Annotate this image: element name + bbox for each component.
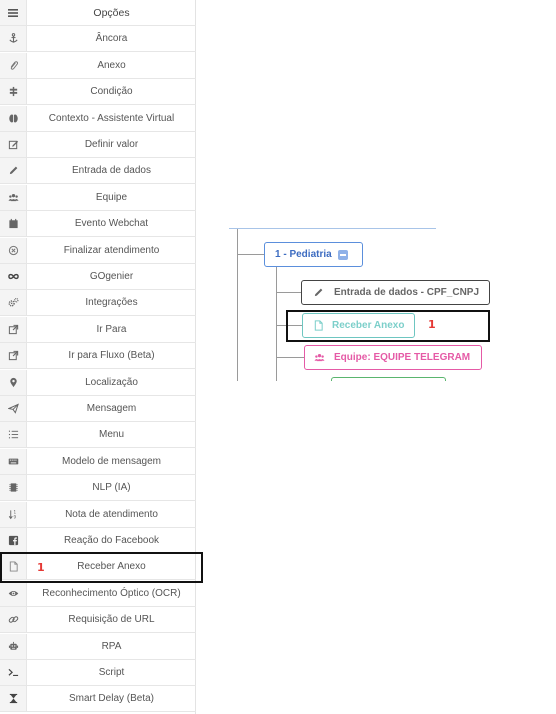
infinity-icon <box>0 264 27 289</box>
sidebar-item-requisicao-url[interactable]: Requisição de URL <box>0 607 196 634</box>
sidebar-item-label: Script <box>98 667 125 678</box>
eye-icon <box>0 580 27 606</box>
sidebar-item-label: Menu <box>98 429 124 441</box>
flow-node-partial[interactable] <box>331 377 446 381</box>
sidebar-item-label: NLP (IA) <box>92 482 131 494</box>
list-ol-icon <box>0 422 27 448</box>
keyboard-icon <box>0 448 27 474</box>
sidebar-item-label: Integrações <box>85 297 138 309</box>
node-label: Entrada de dados - CPF_CNPJ <box>334 287 480 298</box>
pencil-icon <box>0 158 27 184</box>
edit-square-icon <box>0 132 27 157</box>
sidebar-item-integracoes[interactable]: Integrações <box>0 290 196 317</box>
connector-line <box>276 357 304 358</box>
sidebar-item-gogenier[interactable]: GOgenier <box>0 264 196 290</box>
sidebar-item-label: Localização <box>85 376 138 388</box>
map-marker-icon <box>0 369 27 395</box>
signpost-icon <box>0 79 27 105</box>
sidebar-item-label: Modelo de mensagem <box>62 455 161 467</box>
sidebar-item-label: Equipe <box>95 191 128 203</box>
calendar-icon <box>0 211 27 237</box>
flow-node-pediatria[interactable]: 1 - Pediatria <box>264 242 363 267</box>
anchor-icon <box>0 26 27 52</box>
sidebar-item-ocr[interactable]: Reconhecimento Óptico (OCR) <box>0 580 196 607</box>
menu-icon[interactable] <box>0 0 27 25</box>
sidebar-item-label: Requisição de URL <box>68 614 155 626</box>
sidebar-item-label: Reação do Facebook <box>63 535 160 546</box>
sidebar-item-label: Ir Para <box>96 323 127 335</box>
sidebar-item-label: Ir para Fluxo (Beta) <box>68 350 155 362</box>
connector-line <box>229 228 436 229</box>
sidebar-title: Opções <box>93 6 130 19</box>
sidebar-item-ir-para-fluxo[interactable]: Ir para Fluxo (Beta) <box>0 343 196 370</box>
sidebar-item-label: Âncora <box>95 33 128 45</box>
facebook-icon <box>0 528 27 553</box>
sidebar-item-finalizar[interactable]: Finalizar atendimento <box>0 237 196 264</box>
sidebar-item-ancora[interactable]: Âncora <box>0 26 196 53</box>
connector-line <box>237 254 265 255</box>
highlight-box <box>0 552 203 583</box>
sidebar-item-label: Mensagem <box>86 403 137 414</box>
sort-numeric-icon: 19 <box>0 501 27 527</box>
sidebar-item-label: Anexo <box>97 59 126 71</box>
pencil-icon <box>314 288 323 297</box>
flow-node-equipe[interactable]: Equipe: EQUIPE TELEGRAM <box>304 345 482 370</box>
robot-icon <box>0 633 27 659</box>
svg-text:9: 9 <box>13 514 16 519</box>
sidebar-item-label: Reconhecimento Óptico (OCR) <box>42 587 181 599</box>
connector-line <box>276 292 302 293</box>
sidebar-item-label: GOgenier <box>89 271 134 282</box>
sidebar-header: Opções <box>0 0 196 26</box>
sidebar-item-label: Condição <box>90 86 133 98</box>
sidebar-item-label: Definir valor <box>84 139 139 150</box>
paper-plane-icon <box>0 396 27 421</box>
sidebar-item-label: Contexto - Assistente Virtual <box>48 112 175 124</box>
sidebar-item-reacao-facebook[interactable]: Reação do Facebook <box>0 528 196 554</box>
sidebar-item-script[interactable]: Script <box>0 660 196 686</box>
node-label: Equipe: EQUIPE TELEGRAM <box>334 352 471 363</box>
sidebar-item-nota-atendimento[interactable]: 19 Nota de atendimento <box>0 501 196 528</box>
external-link-icon <box>0 343 27 369</box>
sidebar-item-contexto[interactable]: Contexto - Assistente Virtual <box>0 105 196 132</box>
sidebar-item-modelo-mensagem[interactable]: Modelo de mensagem <box>0 448 196 475</box>
sidebar-item-condicao[interactable]: Condição <box>0 79 196 106</box>
brain-icon <box>0 105 27 131</box>
connector-line <box>276 267 277 381</box>
users-icon <box>0 184 27 210</box>
sidebar-item-anexo[interactable]: Anexo <box>0 52 196 79</box>
highlight-box <box>286 310 490 342</box>
sidebar-item-label: Entrada de dados <box>72 165 151 177</box>
flow-node-entrada-dados[interactable]: Entrada de dados - CPF_CNPJ <box>301 280 490 305</box>
users-icon <box>314 354 325 362</box>
sidebar-item-evento-webchat[interactable]: Evento Webchat <box>0 211 196 238</box>
terminal-icon <box>0 660 27 685</box>
link-icon <box>0 607 27 633</box>
options-sidebar: Opções Âncora Anexo Condição Contexto - … <box>0 0 196 714</box>
sidebar-item-mensagem[interactable]: Mensagem <box>0 396 196 422</box>
sidebar-item-equipe[interactable]: Equipe <box>0 184 196 211</box>
sidebar-item-menu[interactable]: Menu <box>0 422 196 449</box>
paperclip-icon <box>0 52 27 78</box>
sidebar-item-nlp[interactable]: NLP (IA) <box>0 475 196 502</box>
sidebar-item-label: Nota de atendimento <box>65 508 158 520</box>
gears-icon <box>0 290 27 316</box>
sidebar-item-rpa[interactable]: RPA <box>0 633 196 660</box>
node-label: 1 - Pediatria <box>275 249 332 260</box>
close-circle-icon <box>0 237 27 263</box>
connector-line <box>237 229 238 381</box>
sidebar-item-smart-delay[interactable]: Smart Delay (Beta) <box>0 686 196 713</box>
sidebar-item-localizacao[interactable]: Localização <box>0 369 196 396</box>
chip-icon <box>0 475 27 501</box>
sidebar-item-definir-valor[interactable]: Definir valor <box>0 132 196 158</box>
annotation-marker: 1 <box>428 318 436 331</box>
sidebar-item-label: Finalizar atendimento <box>63 244 160 256</box>
hourglass-icon <box>0 686 27 712</box>
external-link-icon <box>0 316 27 342</box>
sidebar-item-entrada-dados[interactable]: Entrada de dados <box>0 158 196 185</box>
sidebar-item-ir-para[interactable]: Ir Para <box>0 316 196 343</box>
sidebar-item-label: Smart Delay (Beta) <box>68 693 155 705</box>
sidebar-item-label: RPA <box>101 640 122 652</box>
collapse-minus-icon[interactable] <box>337 249 348 260</box>
sidebar-item-label: Evento Webchat <box>74 218 149 230</box>
